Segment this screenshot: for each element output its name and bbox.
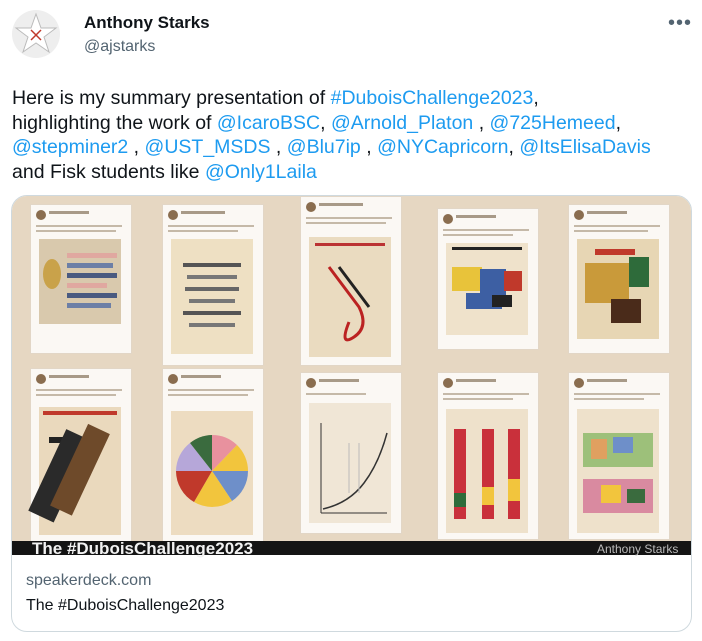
mention-link[interactable]: @ItsElisaDavis xyxy=(519,136,650,158)
slide-thumbnail xyxy=(30,204,132,354)
slide-thumbnail xyxy=(568,372,670,540)
slide-thumbnail xyxy=(568,204,670,354)
mention-link[interactable]: @Only1Laila xyxy=(205,161,317,183)
tweet-text-segment: , xyxy=(270,136,287,158)
mention-link[interactable]: @stepminer2 xyxy=(12,136,128,158)
tweet-text: Here is my summary presentation of #Dubo… xyxy=(12,86,692,184)
slide-thumbnail xyxy=(300,196,402,366)
hashtag-link[interactable]: #DuboisChallenge2023 xyxy=(331,87,534,109)
slide-preview-image[interactable] xyxy=(12,196,691,551)
slide-thumbnail xyxy=(28,368,132,542)
tweet-text-segment: Here is my summary presentation of xyxy=(12,87,331,109)
mention-link[interactable]: @725Hemeed xyxy=(490,112,616,134)
mention-link[interactable]: @NYCapricorn xyxy=(377,136,508,158)
tweet-text-segment: and Fisk students like xyxy=(12,160,205,183)
tweet-text-segment: , xyxy=(360,136,378,158)
link-card[interactable]: The #DuboisChallenge2023 Anthony Starks … xyxy=(11,195,692,632)
tweet-text-segment: , xyxy=(128,136,145,158)
more-horizontal-icon[interactable]: ••• xyxy=(668,12,692,35)
tweet-text-segment: , xyxy=(508,136,520,158)
slide-thumbnail xyxy=(437,208,539,350)
mention-link[interactable]: @Blu7ip xyxy=(287,136,361,158)
slide-thumbnail xyxy=(162,368,264,542)
mention-link[interactable]: @UST_MSDS xyxy=(145,136,271,158)
tweet-text-segment: , xyxy=(615,111,622,134)
tweet-text-segment: , xyxy=(473,111,490,134)
mention-link[interactable]: @Arnold_Platon xyxy=(331,112,473,134)
card-domain[interactable]: speakerdeck.com xyxy=(26,572,151,590)
card-title[interactable]: The #DuboisChallenge2023 xyxy=(26,597,224,615)
slide-caption: The #DuboisChallenge2023 xyxy=(32,539,254,558)
tweet-text-segment: highlighting the work of xyxy=(12,111,217,134)
tweet-text-segment: , xyxy=(533,87,539,109)
author-handle[interactable]: @ajstarks xyxy=(84,38,155,56)
slide-thumbnail xyxy=(300,372,402,534)
star-avatar-icon xyxy=(14,12,58,54)
author-name[interactable]: Anthony Starks xyxy=(84,13,210,33)
mention-link[interactable]: @IcaroBSC xyxy=(217,112,320,134)
avatar[interactable] xyxy=(12,10,60,58)
slide-author: Anthony Starks xyxy=(597,542,679,556)
tweet-text-segment: , xyxy=(320,111,331,134)
slide-thumbnail xyxy=(162,204,264,366)
slide-thumbnail xyxy=(437,372,539,540)
